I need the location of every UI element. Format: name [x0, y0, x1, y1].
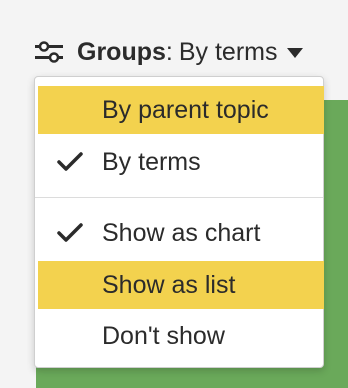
- checkmark-icon: [38, 151, 102, 173]
- menu-item-label: Show as chart: [102, 218, 261, 247]
- menu-divider: [35, 197, 323, 198]
- checkmark-icon: [38, 222, 102, 244]
- menu-item-by-terms[interactable]: By terms: [38, 138, 324, 186]
- menu-item-show-as-chart[interactable]: Show as chart: [38, 209, 324, 257]
- caret-down-icon: [287, 48, 304, 58]
- groups-label: Groups: [77, 37, 166, 66]
- groups-panel: Groups : By terms By parent topic By ter…: [0, 0, 348, 388]
- menu-item-label: By terms: [102, 147, 201, 176]
- menu-item-by-parent-topic[interactable]: By parent topic: [38, 86, 324, 134]
- menu-item-label: Show as list: [102, 270, 236, 299]
- sliders-icon: [35, 41, 63, 63]
- menu-item-label: Don't show: [102, 321, 225, 350]
- menu-item-dont-show[interactable]: Don't show: [38, 312, 324, 360]
- groups-dropdown-menu: By parent topic By terms Show as chart S…: [34, 76, 324, 368]
- groups-colon: :: [165, 37, 173, 66]
- menu-item-show-as-list[interactable]: Show as list: [38, 261, 324, 309]
- groups-current-value: By terms: [178, 37, 278, 66]
- menu-item-label: By parent topic: [102, 95, 269, 124]
- groups-dropdown-trigger[interactable]: Groups : By terms: [33, 36, 304, 68]
